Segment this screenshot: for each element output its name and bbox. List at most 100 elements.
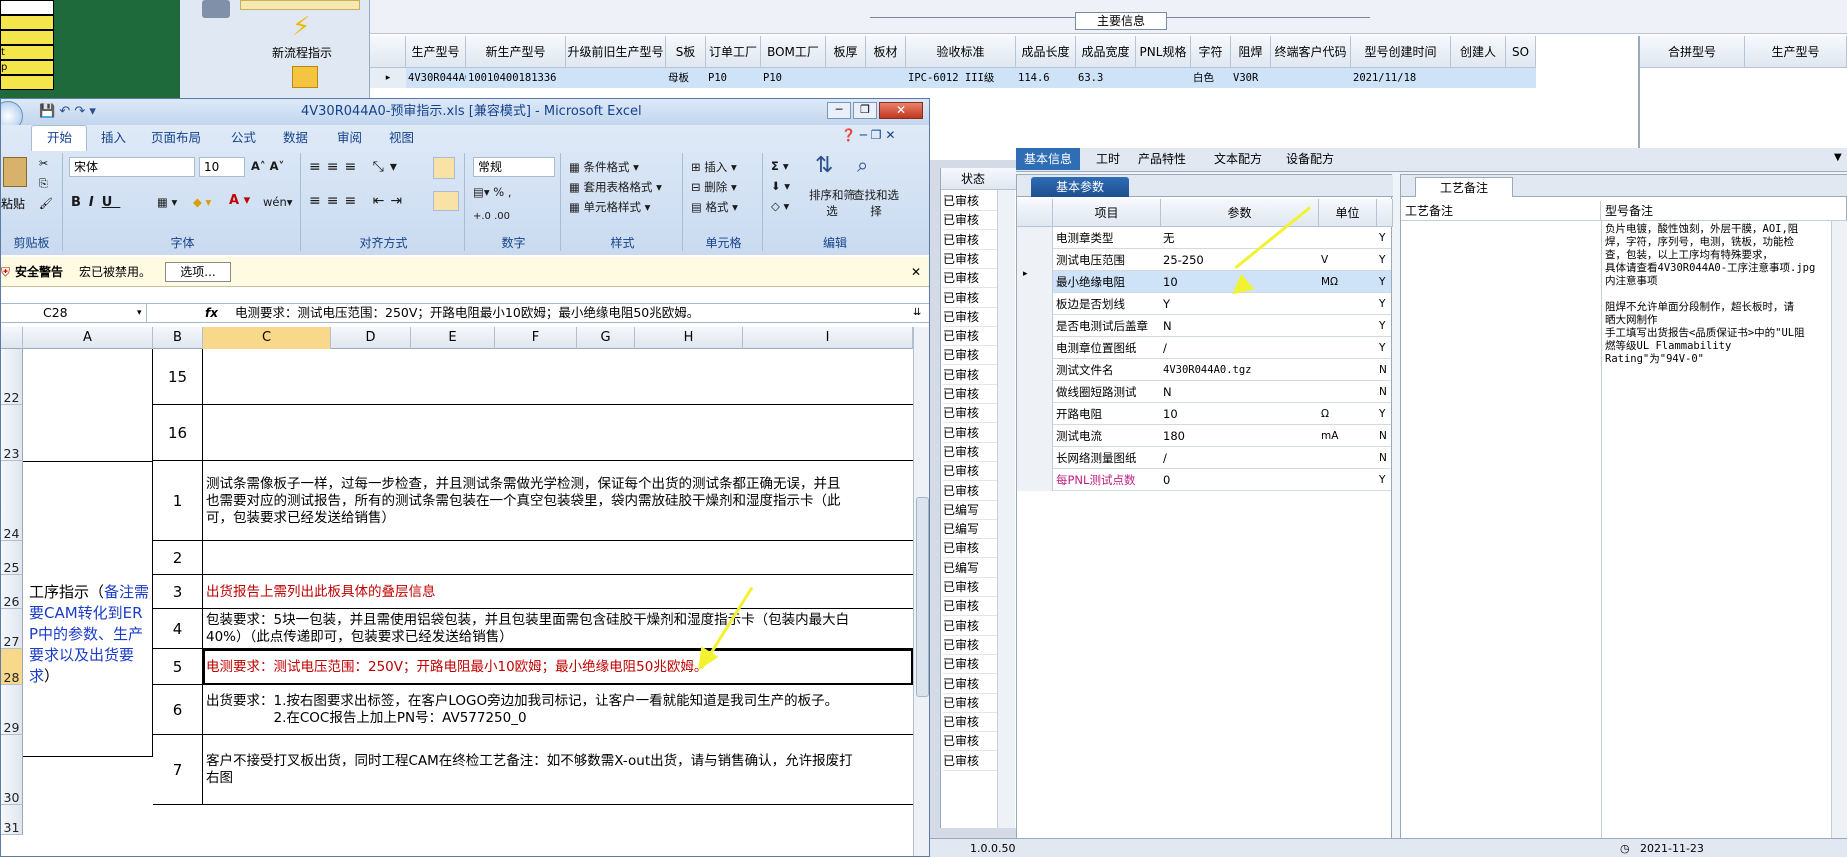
status-item[interactable]: 已审核	[943, 211, 997, 231]
status-item[interactable]: 已审核	[943, 617, 997, 636]
row-header[interactable]: 27	[1, 609, 23, 649]
folder-icon[interactable]	[292, 66, 318, 88]
status-item[interactable]: 已编写	[943, 559, 997, 578]
main-row-cell[interactable]: 63.3	[1076, 68, 1136, 88]
vertical-scrollbar[interactable]	[1831, 221, 1847, 856]
cell-text[interactable]	[203, 541, 913, 575]
col-header-A[interactable]: A	[23, 327, 153, 349]
merge-col-header[interactable]: 合拼型号	[1640, 36, 1745, 68]
find-select-button[interactable]: 查找和选择	[853, 187, 899, 219]
insert-cell-button[interactable]: ⊞ 插入 ▾	[691, 159, 737, 175]
sort-filter-button[interactable]: 排序和筛选	[809, 187, 855, 219]
chevron-down-icon[interactable]: ▾	[137, 304, 142, 322]
col-header-F[interactable]: F	[495, 327, 577, 349]
col-header-D[interactable]: D	[331, 327, 411, 349]
status-item[interactable]: 已审核	[943, 675, 997, 694]
fx-icon[interactable]: fx	[205, 304, 218, 322]
vertical-align-icons[interactable]: ≡≡≡ ⤡▾	[309, 159, 403, 175]
param-row[interactable]: 长网络测量图纸 / N	[1053, 447, 1391, 469]
col-header-G[interactable]: G	[577, 327, 635, 349]
restore-button[interactable]: ❐	[853, 102, 877, 119]
lightning-icon[interactable]: ⚡	[292, 12, 310, 42]
param-row[interactable]: 测试电流 180 mA N	[1053, 425, 1391, 447]
cut-icon[interactable]: ✂	[39, 157, 48, 170]
find-icon[interactable]: ⌕	[857, 153, 868, 177]
cell-text[interactable]: 客户不接受打叉板出货，同时工程CAM在终检工艺备注：如不够数需X-out出货，请…	[203, 735, 913, 805]
main-col-header[interactable]: 字符	[1191, 36, 1231, 68]
cell-text[interactable]	[203, 349, 913, 405]
grow-font-icon[interactable]: A˄ A˅	[251, 159, 284, 173]
vertical-scrollbar[interactable]	[913, 327, 929, 856]
cell-text[interactable]: 出货报告上需列出此板具体的叠层信息	[203, 575, 913, 609]
main-col-header[interactable]: S板	[666, 36, 706, 68]
status-item[interactable]: 已审核	[943, 655, 997, 675]
row-header[interactable]: 25	[1, 541, 23, 575]
status-item[interactable]: 已审核	[943, 713, 997, 733]
status-item[interactable]: 已审核	[943, 578, 997, 597]
main-row-cell[interactable]: 4V30R044A0	[406, 68, 471, 88]
param-row[interactable]: 板边是否划线 Y Y	[1053, 293, 1391, 315]
param-row[interactable]: 最小绝缘电阻 10 MΩ Y	[1053, 271, 1391, 293]
tab-5[interactable]: 审阅	[337, 127, 362, 149]
close-icon[interactable]: ✕	[911, 257, 921, 287]
craft-remark-col[interactable]: 工艺备注	[1401, 201, 1601, 221]
status-item[interactable]: 已审核	[943, 482, 997, 501]
status-item[interactable]: 已审核	[943, 327, 997, 347]
main-row-cell[interactable]: 2021/11/18	[1351, 68, 1451, 88]
status-item[interactable]: 已审核	[943, 289, 997, 308]
minimize-button[interactable]: ─	[827, 102, 851, 119]
tab-panel-3[interactable]: 文本配方	[1206, 148, 1270, 170]
number-format-select[interactable]: 常规	[473, 157, 555, 177]
main-col-header[interactable]: 新生产型号	[466, 36, 566, 68]
worksheet[interactable]: 22 15 23 16 24 1 测试条需像板子一样，过每一步检查，并且测试条需做光学检测，…	[1, 349, 913, 856]
merge-col-header[interactable]: 生产型号	[1745, 36, 1847, 68]
param-row[interactable]: 测试文件名 4V30R044A0.tgz N	[1053, 359, 1391, 381]
tab-2[interactable]: 页面布局	[151, 127, 201, 149]
cell-text[interactable]: 电测要求：测试电压范围：250V；开路电阻最小10欧姆；最小绝缘电阻50兆欧姆。	[203, 649, 913, 685]
row-selector-icon[interactable]: ▸	[370, 68, 406, 88]
phonetic-icon[interactable]: wén▾	[263, 195, 293, 209]
row-header[interactable]: 23	[1, 405, 23, 461]
tab-panel-2[interactable]: 产品特性	[1130, 148, 1194, 170]
quick-access-icons[interactable]: 💾 ↶ ↷ ▾	[39, 99, 96, 125]
main-row-cell[interactable]: 白色	[1191, 68, 1231, 88]
cell-text[interactable]: 出货要求：1.按右图要求出标签，在客户LOGO旁边加我司标记，让客户一看就能知道…	[203, 685, 913, 735]
main-row-cell[interactable]: IPC-6012 III级	[906, 68, 1016, 88]
row-header[interactable]: 24	[1, 461, 23, 541]
main-row-cell[interactable]: 114.6	[1016, 68, 1076, 88]
main-row-cell[interactable]	[1451, 68, 1506, 88]
main-row-cell[interactable]: V30R	[1231, 68, 1271, 88]
name-box[interactable]: C28	[1, 304, 147, 322]
main-col-header[interactable]: 生产型号	[406, 36, 466, 68]
clear-icon[interactable]: ◇ ▾	[771, 199, 789, 213]
status-item[interactable]: 已编写	[943, 501, 997, 520]
status-item[interactable]: 已审核	[943, 424, 997, 443]
row-header[interactable]: 31	[1, 805, 23, 835]
param-value[interactable]: 180	[1163, 425, 1317, 447]
border-icon[interactable]: ▦ ▾	[157, 195, 177, 209]
chevron-down-icon[interactable]: ▼	[1834, 152, 1842, 163]
tab-craft-remark[interactable]: 工艺备注	[1415, 177, 1513, 197]
cell-text[interactable]	[203, 805, 913, 835]
status-item[interactable]: 已审核	[943, 694, 997, 713]
main-row-cell[interactable]: 母板	[666, 68, 706, 88]
wrap-text-icon[interactable]	[433, 157, 455, 179]
cell-text[interactable]	[203, 405, 913, 461]
formula-input[interactable]: 电测要求：测试电压范围：250V；开路电阻最小10欧姆；最小绝缘电阻50兆欧姆。	[235, 304, 699, 322]
tab-3[interactable]: 公式	[231, 127, 256, 149]
status-item[interactable]: 已审核	[943, 462, 997, 482]
status-item[interactable]: 已审核	[943, 192, 997, 211]
sort-filter-icon[interactable]: ⇅	[815, 153, 833, 178]
main-row-cell[interactable]: P10	[706, 68, 761, 88]
tab-panel-4[interactable]: 设备配方	[1278, 148, 1342, 170]
fill-color-icon[interactable]: ◆ ▾	[193, 195, 211, 209]
param-row[interactable]: 做线圈短路测试 N N	[1053, 381, 1391, 403]
col-header-C[interactable]: C	[203, 327, 331, 349]
currency-percent-icons[interactable]: ▤▾ % ,	[473, 185, 512, 199]
tab-panel-0[interactable]: 基本信息	[1016, 148, 1081, 170]
tab-basic-params[interactable]: 基本参数	[1031, 177, 1129, 197]
param-value[interactable]: 10	[1163, 403, 1317, 425]
main-col-header[interactable]: 验收标准	[906, 36, 1016, 68]
main-col-header[interactable]: 板厚	[826, 36, 866, 68]
main-row-cell[interactable]	[1136, 68, 1191, 88]
